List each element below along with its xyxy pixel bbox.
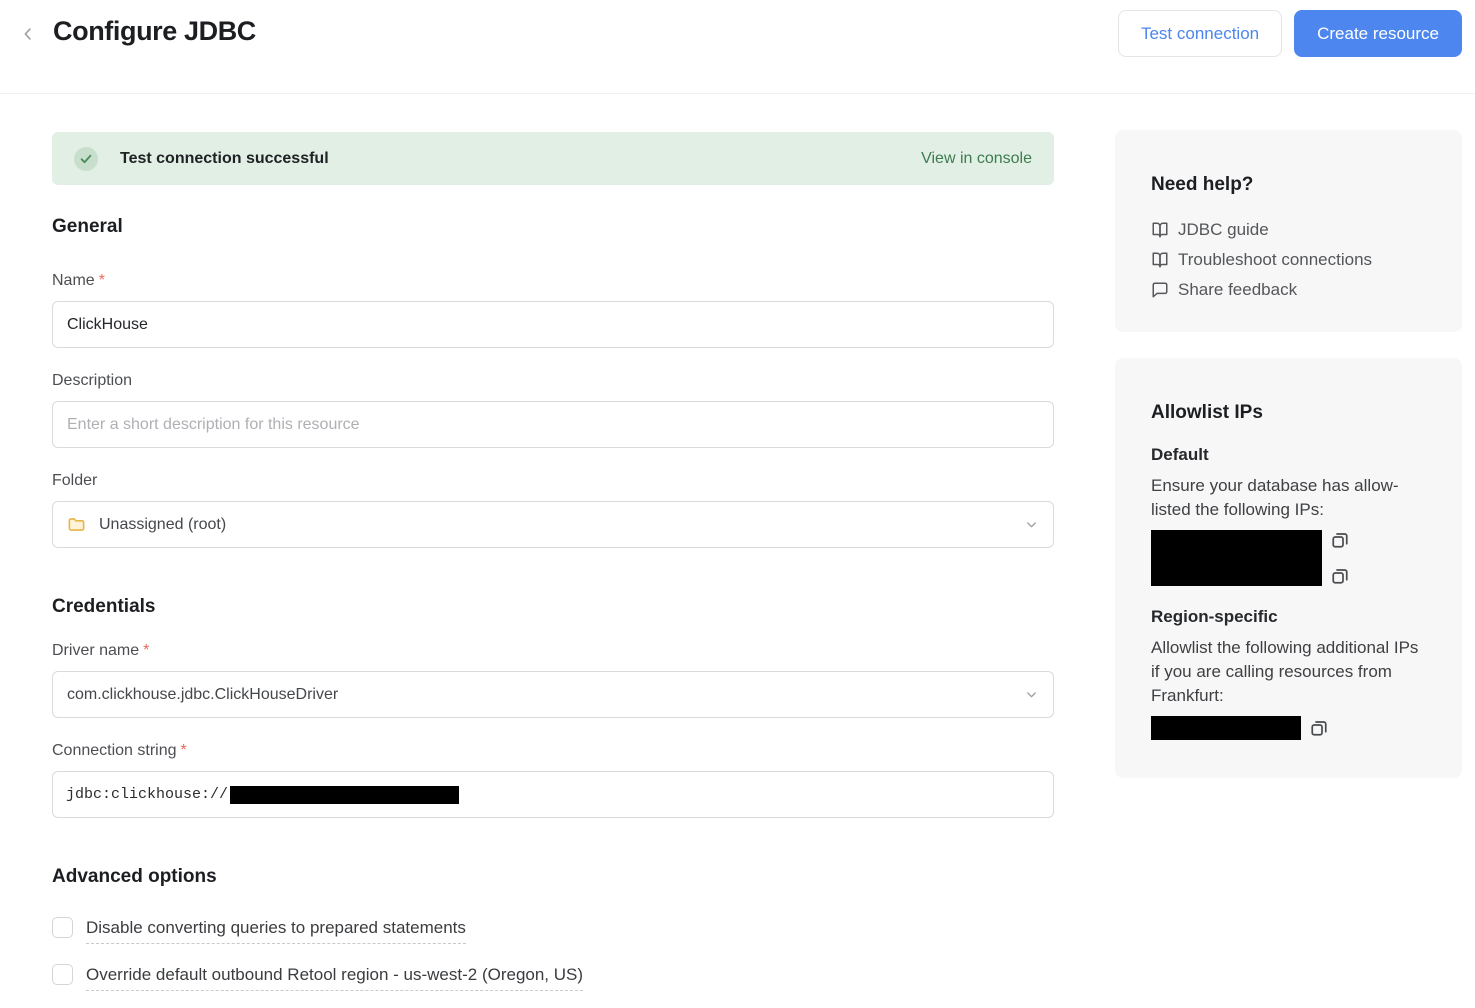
- prepared-statements-label: Disable converting queries to prepared s…: [86, 917, 466, 944]
- allowlist-ips-heading: Allowlist IPs: [1151, 402, 1426, 424]
- copy-icon[interactable]: [1331, 567, 1349, 585]
- troubleshoot-connections-link[interactable]: Troubleshoot connections: [1151, 245, 1426, 275]
- redacted-default-ips: [1151, 530, 1322, 586]
- description-input[interactable]: [52, 401, 1054, 448]
- driver-name-select[interactable]: com.clickhouse.jdbc.ClickHouseDriver: [52, 671, 1054, 718]
- copy-icon[interactable]: [1310, 719, 1328, 737]
- prepared-statements-checkbox[interactable]: [52, 917, 73, 938]
- share-feedback-label: Share feedback: [1178, 280, 1297, 300]
- override-region-label: Override default outbound Retool region …: [86, 964, 583, 991]
- header-actions: Test connection Create resource: [1118, 10, 1462, 57]
- driver-name-label: Driver name*: [52, 642, 1054, 660]
- general-heading: General: [52, 216, 1054, 238]
- folder-select[interactable]: Unassigned (root): [52, 501, 1054, 548]
- page-title: Configure JDBC: [53, 16, 256, 47]
- required-asterisk: *: [99, 272, 105, 289]
- default-ip-block: [1151, 530, 1426, 586]
- copy-buttons: [1331, 530, 1349, 586]
- connection-string-prefix: jdbc:clickhouse://: [66, 786, 228, 803]
- view-in-console-link[interactable]: View in console: [921, 150, 1032, 168]
- allowlist-region-subheading: Region-specific: [1151, 607, 1426, 627]
- need-help-heading: Need help?: [1151, 174, 1426, 196]
- config-form: Test connection successful View in conso…: [52, 132, 1054, 991]
- override-region-checkbox[interactable]: [52, 964, 73, 985]
- check-circle-icon: [74, 147, 98, 171]
- troubleshoot-connections-label: Troubleshoot connections: [1178, 250, 1372, 270]
- option-row: Disable converting queries to prepared s…: [52, 917, 1054, 944]
- region-ip-block: [1151, 716, 1426, 740]
- allowlist-region-body: Allowlist the following additional IPs i…: [1151, 636, 1426, 708]
- connection-string-label: Connection string*: [52, 742, 1054, 760]
- chevron-down-icon: [1024, 687, 1039, 702]
- advanced-options-heading: Advanced options: [52, 866, 1054, 888]
- allowlist-ips-card: Allowlist IPs Default Ensure your databa…: [1115, 358, 1462, 778]
- folder-label: Folder: [52, 472, 1054, 490]
- redacted-connection-string: [230, 786, 459, 804]
- success-banner: Test connection successful View in conso…: [52, 132, 1054, 185]
- name-label: Name*: [52, 272, 1054, 290]
- sidebar: Need help? JDBC guide Troubleshoot conne…: [1115, 130, 1462, 778]
- create-resource-button[interactable]: Create resource: [1294, 10, 1462, 57]
- name-input[interactable]: [52, 301, 1054, 348]
- book-icon: [1151, 251, 1169, 269]
- folder-icon: [67, 515, 86, 534]
- folder-select-value: Unassigned (root): [99, 516, 226, 534]
- driver-name-select-value: com.clickhouse.jdbc.ClickHouseDriver: [67, 686, 338, 704]
- book-icon: [1151, 221, 1169, 239]
- allowlist-default-body: Ensure your database has allow-listed th…: [1151, 474, 1426, 522]
- jdbc-guide-link[interactable]: JDBC guide: [1151, 215, 1426, 245]
- option-row: Override default outbound Retool region …: [52, 964, 1054, 991]
- required-asterisk: *: [143, 642, 149, 659]
- redacted-region-ip: [1151, 716, 1301, 740]
- connection-string-input[interactable]: jdbc:clickhouse://: [52, 771, 1054, 818]
- copy-icon[interactable]: [1331, 531, 1349, 549]
- credentials-heading: Credentials: [52, 596, 1054, 618]
- jdbc-guide-label: JDBC guide: [1178, 220, 1269, 240]
- banner-message: Test connection successful: [120, 150, 329, 168]
- share-feedback-link[interactable]: Share feedback: [1151, 275, 1426, 305]
- chevron-left-icon: [19, 25, 37, 43]
- need-help-card: Need help? JDBC guide Troubleshoot conne…: [1115, 130, 1462, 332]
- back-button[interactable]: [16, 22, 40, 46]
- chat-icon: [1151, 281, 1169, 299]
- description-label: Description: [52, 372, 1054, 390]
- page-header: Configure JDBC Test connection Create re…: [0, 0, 1475, 94]
- required-asterisk: *: [181, 742, 187, 759]
- test-connection-button[interactable]: Test connection: [1118, 10, 1282, 57]
- allowlist-default-subheading: Default: [1151, 445, 1426, 465]
- chevron-down-icon: [1024, 517, 1039, 532]
